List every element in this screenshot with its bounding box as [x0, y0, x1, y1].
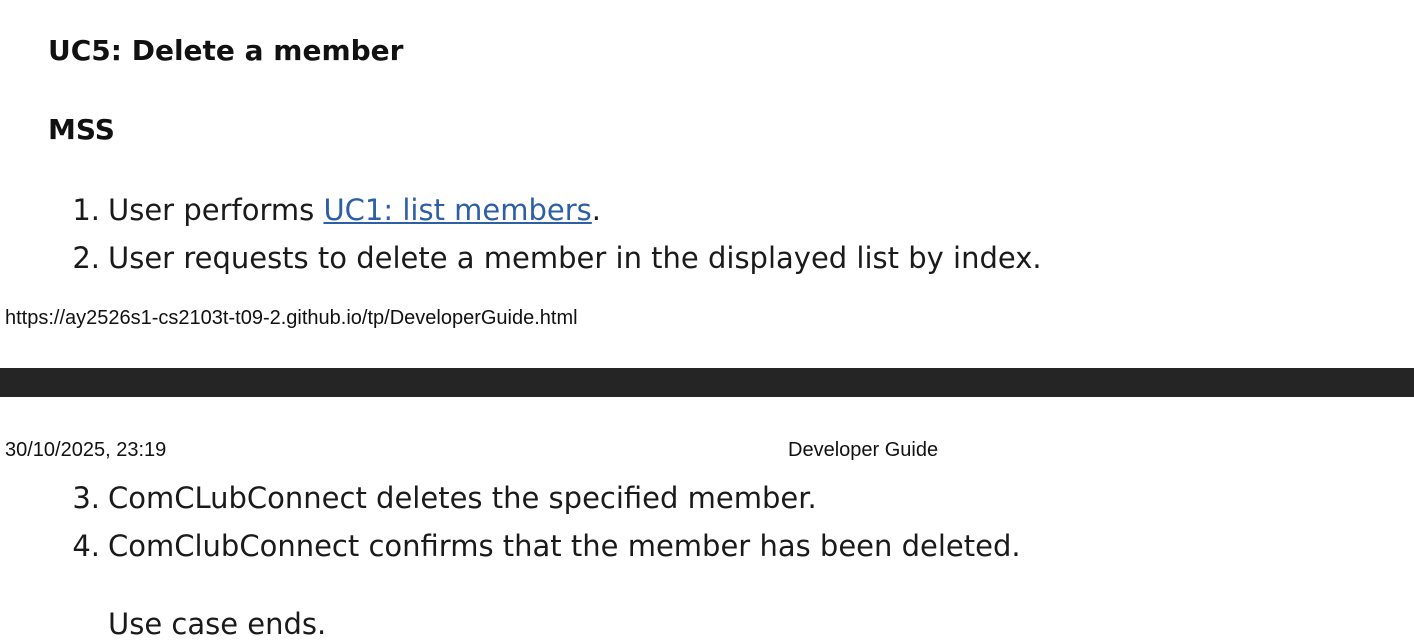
print-title-header: Developer Guide [788, 439, 939, 461]
mss-heading: MSS [48, 113, 115, 146]
step-item-1: 1. User performs UC1: list members. [0, 190, 601, 230]
step-number: 2. [72, 241, 100, 275]
step-text-end: . [591, 193, 602, 227]
step-text: User performs [108, 193, 324, 227]
step-item-2: 2. User requests to delete a member in th… [0, 238, 1042, 278]
step-text: ComCLubConnect deletes the specified mem… [108, 481, 817, 515]
print-datetime-header: 30/10/2025, 23:19 [5, 439, 167, 461]
document-page: UC5: Delete a member MSS 1. User performs… [0, 0, 1414, 640]
uc1-link[interactable]: UC1: list members [323, 193, 591, 227]
step-number: 1. [72, 193, 100, 227]
step-item-4: 4. ComClubConnect confirms that the membe… [0, 526, 1021, 566]
step-number: 3. [72, 481, 100, 515]
print-url-footer: https://ay2526s1-cs2103t-t09-2.github.io… [5, 307, 578, 329]
step-number: 4. [72, 529, 100, 563]
step-text: ComClubConnect confirms that the member … [108, 529, 1021, 563]
step-item-3: 3. ComCLubConnect deletes the specified m… [0, 478, 817, 518]
use-case-heading: UC5: Delete a member [48, 34, 404, 67]
use-case-ends-text: Use case ends. [108, 607, 327, 640]
step-text: User requests to delete a member in the … [108, 241, 1042, 275]
page-break-bar [0, 368, 1414, 397]
